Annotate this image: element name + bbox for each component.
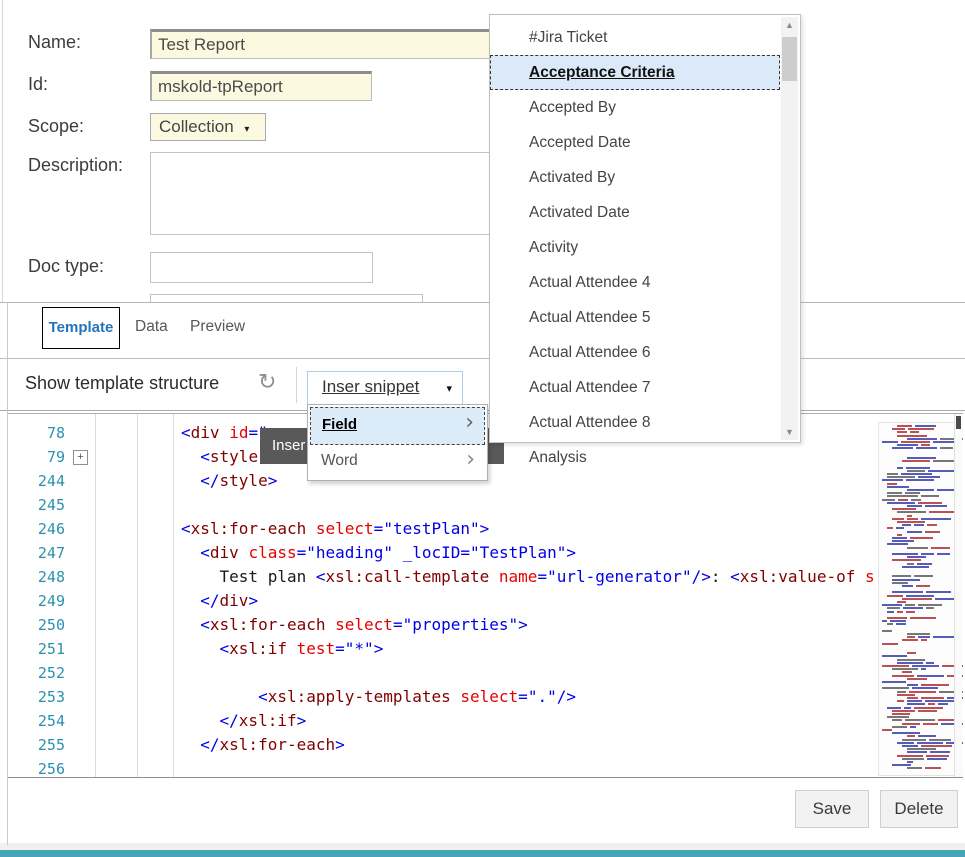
minimap[interactable] bbox=[878, 422, 963, 776]
editor-vertical-scrollbar[interactable] bbox=[954, 414, 962, 777]
code-text[interactable]: <xsl:for-each select="testPlan"> bbox=[181, 517, 489, 541]
code-text[interactable]: </xsl:if> bbox=[181, 709, 306, 733]
scope-select[interactable]: Collection ▾ bbox=[150, 113, 266, 141]
toolbar-divider bbox=[296, 367, 297, 403]
field-list-item[interactable]: Actual Attendee 6 bbox=[490, 335, 780, 370]
field-list-item[interactable]: Actual Attendee 7 bbox=[490, 370, 780, 405]
code-text[interactable]: Test plan <xsl:call-template name="url-g… bbox=[181, 565, 875, 589]
field-list-item[interactable]: Analysis bbox=[490, 440, 780, 475]
field-list-item[interactable]: Accepted Date bbox=[490, 125, 780, 160]
line-number: 251 bbox=[7, 637, 65, 661]
bottom-strip bbox=[0, 843, 965, 850]
menu-item-field[interactable]: Field › bbox=[310, 407, 485, 445]
tab-data[interactable]: Data bbox=[135, 307, 168, 349]
field-list: #Jira TicketAcceptance CriteriaAccepted … bbox=[490, 20, 780, 475]
menu-item-word[interactable]: Word › bbox=[310, 447, 485, 479]
scrollbar-thumb[interactable] bbox=[782, 37, 797, 81]
line-number: 247 bbox=[7, 541, 65, 565]
line-number: 246 bbox=[7, 517, 65, 541]
show-template-structure-link[interactable]: Show template structure bbox=[25, 373, 219, 394]
scroll-down-icon[interactable]: ▼ bbox=[781, 424, 798, 440]
field-list-item[interactable]: Acceptance Criteria bbox=[490, 55, 780, 90]
code-text[interactable]: </div> bbox=[181, 589, 258, 613]
field-list-item[interactable]: Accepted By bbox=[490, 90, 780, 125]
menu-item-field-label: Field bbox=[322, 416, 357, 433]
code-text[interactable]: <xsl:for-each select="properties"> bbox=[181, 613, 528, 637]
field-list-item[interactable]: #Jira Ticket bbox=[490, 20, 780, 55]
accent-bar bbox=[0, 850, 965, 857]
scope-label: Scope: bbox=[28, 116, 84, 137]
insert-snippet-button[interactable]: Inser snippet ▾ bbox=[307, 371, 463, 405]
field-dropdown-panel: #Jira TicketAcceptance CriteriaAccepted … bbox=[489, 14, 801, 443]
line-number: 256 bbox=[7, 757, 65, 778]
field-list-item[interactable]: Actual Attendee 8 bbox=[490, 405, 780, 440]
code-text[interactable]: </xsl:for-each> bbox=[181, 733, 345, 757]
report-template-editor-window: Name: Id: Scope: Collection ▾ Descriptio… bbox=[0, 0, 965, 857]
submenu-chevron-icon: › bbox=[465, 410, 474, 435]
submenu-chevron-icon: › bbox=[466, 447, 475, 472]
tab-preview[interactable]: Preview bbox=[190, 307, 245, 349]
line-number: 255 bbox=[7, 733, 65, 757]
scroll-up-icon[interactable]: ▲ bbox=[781, 17, 798, 33]
save-button[interactable]: Save bbox=[795, 790, 869, 828]
field-list-item[interactable]: Activated By bbox=[490, 160, 780, 195]
name-label: Name: bbox=[28, 32, 81, 53]
tab-template[interactable]: Template bbox=[42, 307, 120, 349]
id-label: Id: bbox=[28, 74, 48, 95]
line-number: 252 bbox=[7, 661, 65, 685]
field-list-scrollbar[interactable]: ▲ ▼ bbox=[781, 17, 798, 440]
refresh-icon[interactable]: ↻ bbox=[258, 369, 276, 395]
tab-strip: Template Data Preview bbox=[0, 302, 965, 358]
line-number: 250 bbox=[7, 613, 65, 637]
line-number: 78 bbox=[7, 421, 65, 445]
code-text[interactable]: <xsl:apply-templates select="."/> bbox=[181, 685, 576, 709]
line-number: 245 bbox=[7, 493, 65, 517]
line-number: 254 bbox=[7, 709, 65, 733]
line-number: 248 bbox=[7, 565, 65, 589]
scope-select-value: Collection bbox=[159, 117, 234, 136]
field-list-item[interactable]: Activity bbox=[490, 230, 780, 265]
line-number: 79 bbox=[7, 445, 65, 469]
code-text[interactable]: <style bbox=[181, 445, 258, 469]
doctype-input[interactable] bbox=[150, 252, 373, 283]
insert-snippet-caret-icon: ▾ bbox=[446, 382, 452, 395]
id-input[interactable] bbox=[150, 71, 372, 101]
panel-left-border bbox=[7, 302, 8, 845]
field-list-item[interactable]: Activated Date bbox=[490, 195, 780, 230]
code-text[interactable]: <div id=" bbox=[181, 421, 268, 445]
menu-item-word-label: Word bbox=[321, 452, 358, 470]
field-list-item[interactable]: Actual Attendee 5 bbox=[490, 300, 780, 335]
fold-expand-icon[interactable]: + bbox=[73, 450, 88, 465]
field-list-item[interactable]: Actual Attendee 4 bbox=[490, 265, 780, 300]
delete-button[interactable]: Delete bbox=[880, 790, 958, 828]
code-text[interactable]: </style> bbox=[181, 469, 277, 493]
scope-caret-icon: ▾ bbox=[244, 124, 249, 135]
doctype-label: Doc type: bbox=[28, 256, 104, 277]
code-text[interactable]: <div class="heading" _locID="TestPlan"> bbox=[181, 541, 576, 565]
code-text[interactable]: <xsl:if test="*"> bbox=[181, 637, 383, 661]
line-number: 244 bbox=[7, 469, 65, 493]
line-number: 253 bbox=[7, 685, 65, 709]
form-left-border bbox=[2, 0, 3, 302]
description-label: Description: bbox=[28, 155, 123, 176]
editor-scrollbar-thumb[interactable] bbox=[956, 416, 961, 429]
snippet-menu: Field › Word › bbox=[307, 404, 488, 481]
line-number: 249 bbox=[7, 589, 65, 613]
insert-snippet-label: Inser snippet bbox=[322, 377, 419, 397]
